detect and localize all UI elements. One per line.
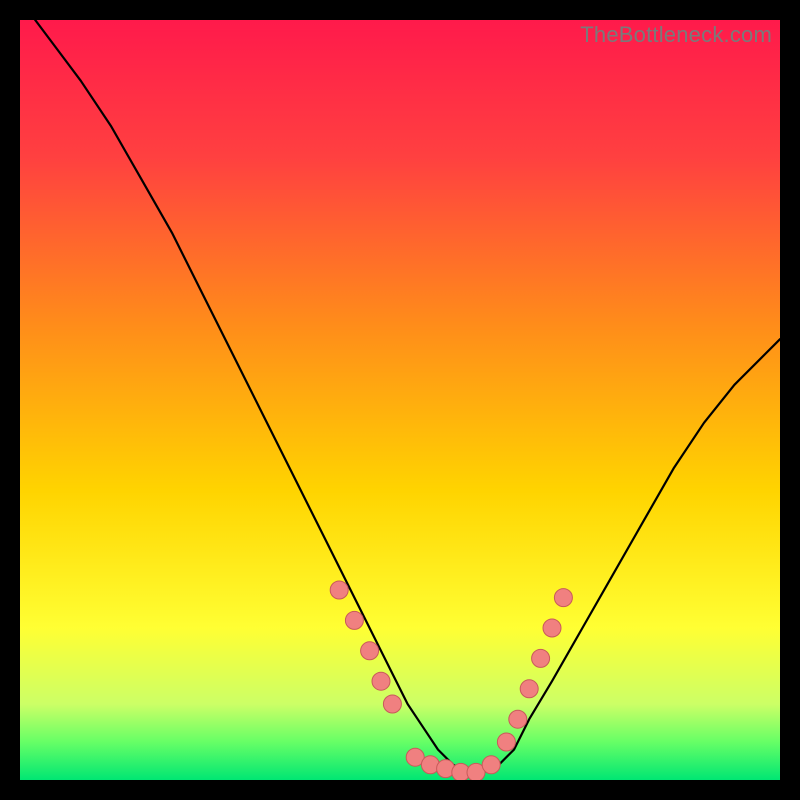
curve-marker [330,581,348,599]
curve-marker [543,619,561,637]
curve-marker [554,589,572,607]
chart-frame: TheBottleneck.com [20,20,780,780]
watermark-text: TheBottleneck.com [580,22,772,48]
curve-marker [482,756,500,774]
curve-marker [497,733,515,751]
curve-marker [383,695,401,713]
curve-marker [372,672,390,690]
curve-marker [345,611,363,629]
curve-marker [532,649,550,667]
curve-marker [520,680,538,698]
chart-svg [20,20,780,780]
curve-marker [361,642,379,660]
curve-marker [509,710,527,728]
gradient-background [20,20,780,780]
